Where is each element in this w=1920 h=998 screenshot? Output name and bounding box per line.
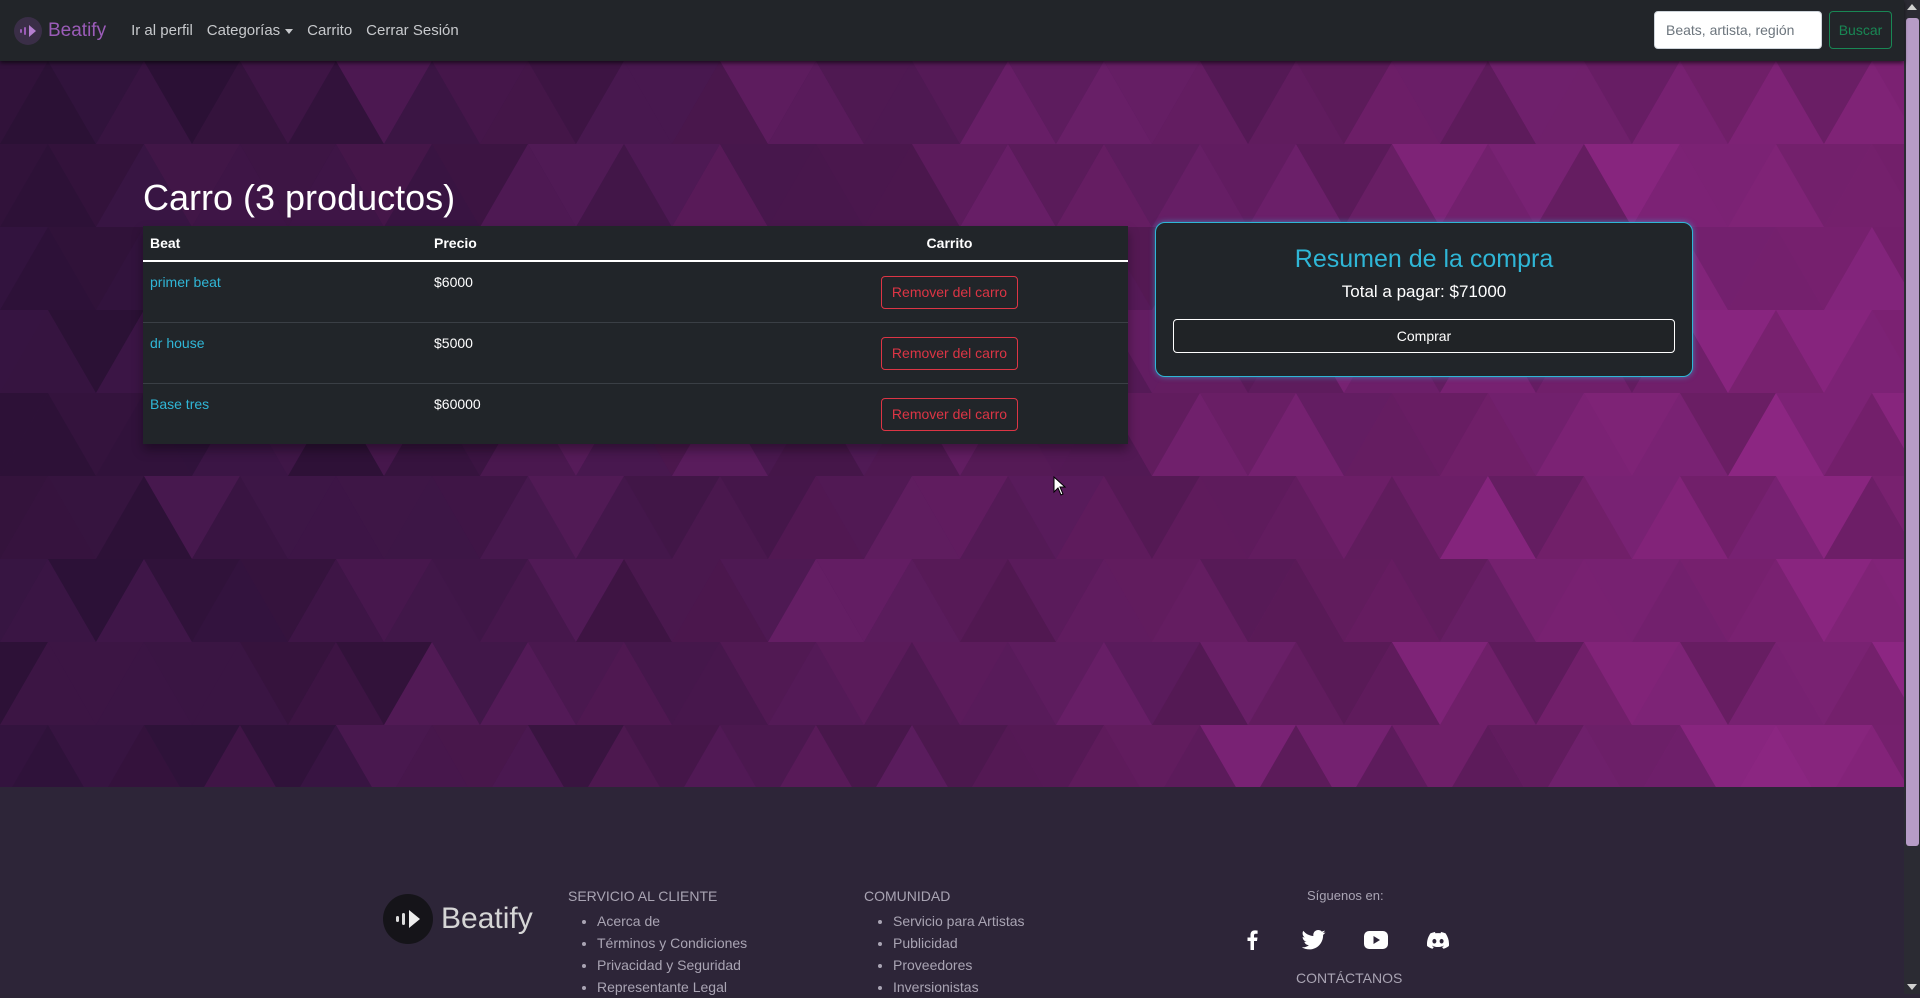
footer-link-investors[interactable]: Inversionistas	[893, 976, 1025, 998]
table-header-row: Beat Precio Carrito	[143, 226, 1128, 262]
nav-links: Ir al perfil Categorías Carrito Cerrar S…	[124, 22, 466, 39]
footer-link-privacy[interactable]: Privacidad y Seguridad	[597, 954, 747, 976]
contact-title: CONTÁCTANOS	[1296, 970, 1403, 986]
beat-price: $60000	[427, 383, 771, 444]
follow-us-title: Síguenos en:	[1307, 888, 1384, 903]
nav-cart-link[interactable]: Carrito	[300, 22, 359, 39]
remove-from-cart-button[interactable]: Remover del carro	[880, 275, 1019, 309]
search-button[interactable]: Buscar	[1829, 11, 1892, 49]
page-scrollbar[interactable]	[1904, 0, 1920, 994]
sound-wave-icon	[14, 16, 42, 45]
summary-total: Total a pagar: $71000	[1341, 282, 1507, 301]
footer-link-advertising[interactable]: Publicidad	[893, 932, 1025, 954]
nav-logout-link[interactable]: Cerrar Sesión	[359, 22, 466, 39]
scroll-down-arrow-icon[interactable]	[1907, 984, 1917, 990]
cart-table: Beat Precio Carrito primer beat $6000 Re…	[143, 226, 1128, 444]
table-row: dr house $5000 Remover del carro	[143, 322, 1128, 384]
footer-link-artists[interactable]: Servicio para Artistas	[893, 910, 1025, 932]
footer-logo[interactable]: Beatify	[383, 894, 533, 944]
beat-price: $5000	[427, 322, 771, 384]
facebook-icon[interactable]	[1240, 928, 1264, 952]
page-title: Carro (3 productos)	[143, 177, 456, 218]
community-title: COMUNIDAD	[864, 888, 951, 904]
nav-categories-dropdown[interactable]: Categorías	[200, 22, 300, 39]
search-input[interactable]	[1654, 11, 1822, 49]
column-header-beat: Beat	[143, 226, 427, 262]
summary-title: Resumen de la compra	[1294, 245, 1554, 273]
beat-link[interactable]: dr house	[150, 335, 204, 351]
site-footer: Beatify SERVICIO AL CLIENTE Acerca de Té…	[0, 787, 1904, 995]
customer-service-title: SERVICIO AL CLIENTE	[568, 888, 718, 904]
remove-from-cart-button[interactable]: Remover del carro	[880, 397, 1019, 431]
footer-link-terms[interactable]: Términos y Condiciones	[597, 932, 747, 954]
customer-service-list: Acerca de Términos y Condiciones Privaci…	[568, 910, 747, 998]
column-header-cart: Carrito	[771, 226, 1128, 262]
beat-link[interactable]: Base tres	[150, 396, 209, 412]
brand-link[interactable]: Beatify	[14, 16, 107, 45]
nav-profile-link[interactable]: Ir al perfil	[124, 22, 200, 39]
footer-link-legal[interactable]: Representante Legal	[597, 976, 747, 998]
table-row: primer beat $6000 Remover del carro	[143, 260, 1128, 323]
footer-brand-name: Beatify	[441, 902, 533, 935]
community-list: Servicio para Artistas Publicidad Provee…	[864, 910, 1025, 998]
beat-price: $6000	[427, 260, 771, 323]
footer-link-suppliers[interactable]: Proveedores	[893, 954, 1025, 976]
search-form: Buscar	[1654, 11, 1892, 49]
remove-from-cart-button[interactable]: Remover del carro	[880, 336, 1019, 370]
chevron-down-icon	[285, 28, 294, 34]
scrollbar-thumb[interactable]	[1906, 18, 1919, 846]
discord-icon[interactable]	[1426, 928, 1450, 952]
youtube-icon[interactable]	[1364, 928, 1388, 952]
footer-link-about[interactable]: Acerca de	[597, 910, 747, 932]
mouse-cursor-icon	[1053, 476, 1067, 496]
nav-categories-label: Categorías	[206, 22, 281, 39]
buy-button[interactable]: Comprar	[1173, 319, 1675, 353]
beat-link[interactable]: primer beat	[150, 274, 221, 290]
purchase-summary-card: Resumen de la compra Total a pagar: $710…	[1155, 222, 1693, 377]
brand-name: Beatify	[48, 19, 107, 41]
top-navbar: Beatify Ir al perfil Categorías Carrito …	[0, 0, 1904, 61]
column-header-price: Precio	[427, 226, 771, 262]
table-row: Base tres $60000 Remover del carro	[143, 383, 1128, 444]
scroll-up-arrow-icon[interactable]	[1907, 4, 1917, 10]
twitter-icon[interactable]	[1302, 928, 1326, 952]
sound-wave-icon	[383, 894, 433, 944]
